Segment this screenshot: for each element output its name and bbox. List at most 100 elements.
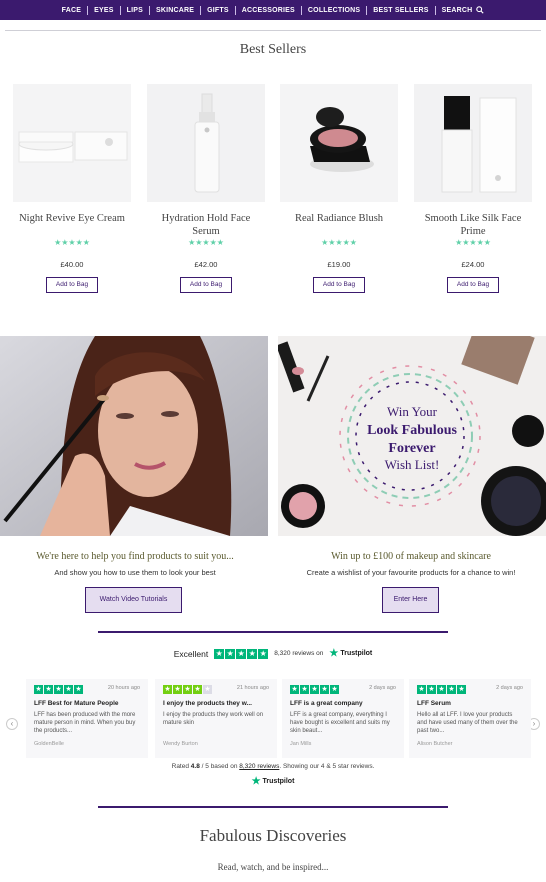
review-body: LFF has been produced with the more matu… [34, 712, 136, 734]
star-icon: ★ [330, 685, 339, 694]
product-rating: ★★★★★ [455, 238, 491, 247]
add-to-bag-button[interactable]: Add to Bag [313, 277, 365, 293]
top-nav: FACE EYES LIPS SKINCARE GIFTS ACCESSORIE… [0, 0, 546, 20]
enter-here-button[interactable]: Enter Here [382, 587, 439, 613]
star-icon: ★ [457, 685, 466, 694]
review-title: LFF is a great company [290, 700, 363, 707]
review-title: LFF Best for Mature People [34, 700, 119, 707]
divider [98, 806, 448, 808]
star-icon: ★ [44, 685, 53, 694]
star-icon: ★ [447, 685, 456, 694]
review-author: Alison Butcher [417, 741, 453, 747]
review-card[interactable]: ★ ★ ★ ★ ★ 2 days ago LFF Serum Hello all at … [409, 679, 531, 758]
product-price: £42.00 [194, 260, 218, 269]
star-icon: ★ [214, 648, 225, 659]
trustpilot-summary[interactable]: Excellent ★ ★ ★ ★ ★ 8,320 reviews on ★ Trustp… [0, 648, 546, 659]
add-to-bag-button[interactable]: Add to Bag [447, 277, 499, 293]
star-icon: ★ [74, 685, 83, 694]
add-to-bag-button[interactable]: Add to Bag [180, 277, 232, 293]
product-card: Real Radiance Blush ★★★★★ £19.00 Add to … [280, 84, 398, 293]
trustpilot-logo: ★ Trustpilot [329, 648, 372, 659]
star-icon: ★ [225, 648, 236, 659]
best-sellers-title: Best Sellers [239, 42, 307, 57]
nav-item-collections[interactable]: COLLECTIONS [302, 5, 368, 15]
wishlist-line-4: Wish List! [385, 457, 440, 472]
product-name[interactable]: Real Radiance Blush [280, 212, 398, 238]
review-time: 20 hours ago [107, 685, 140, 691]
star-icon: ★ [247, 648, 258, 659]
star-icon: ★ [203, 685, 212, 694]
star-icon: ★ [310, 685, 319, 694]
promo-title-tutorials: We're here to help you find products to … [36, 551, 234, 562]
nav-item-eyes[interactable]: EYES [88, 5, 121, 15]
top-divider [5, 30, 541, 31]
video-tutorials-image[interactable] [0, 336, 268, 536]
product-image-face-prime[interactable] [414, 84, 532, 202]
promo-subtitle-wishlist: Create a wishlist of your favourite prod… [306, 568, 516, 577]
product-price: £24.00 [461, 260, 485, 269]
divider [98, 631, 448, 633]
star-icon: ★ [163, 685, 172, 694]
nav-item-gifts[interactable]: GIFTS [201, 5, 236, 15]
product-name[interactable]: Hydration Hold Face Serum [147, 212, 265, 238]
review-card[interactable]: ★ ★ ★ ★ ★ 2 days ago LFF is a great company … [282, 679, 404, 758]
rated-count-link[interactable]: 8,320 reviews [239, 763, 279, 770]
product-price: £19.00 [327, 260, 351, 269]
star-icon: ★ [437, 685, 446, 694]
review-body: LFF is a great company, everything I hav… [290, 712, 390, 734]
star-icon: ★ [300, 685, 309, 694]
search-icon [476, 6, 484, 14]
trustpilot-brand-bottom: Trustpilot [262, 778, 295, 785]
star-icon: ★ [173, 685, 182, 694]
add-to-bag-button[interactable]: Add to Bag [46, 277, 98, 293]
promo-subtitle-tutorials: And show you how to use them to look you… [54, 568, 216, 577]
nav-item-lips[interactable]: LIPS [121, 5, 150, 15]
trustpilot-brand: Trustpilot [340, 650, 373, 657]
product-rating: ★★★★★ [188, 238, 224, 247]
product-name[interactable]: Night Revive Eye Cream [13, 212, 131, 238]
review-time: 2 days ago [369, 685, 396, 691]
nav-item-face[interactable]: FACE [56, 5, 89, 15]
trustpilot-star-icon: ★ [251, 776, 261, 787]
star-icon: ★ [290, 685, 299, 694]
review-card[interactable]: ★ ★ ★ ★ ★ 21 hours ago I enjoy the products … [155, 679, 277, 758]
trustpilot-bottom-logo[interactable]: ★ Trustpilot [0, 776, 546, 787]
product-rating: ★★★★★ [321, 238, 357, 247]
nav-item-accessories[interactable]: ACCESSORIES [236, 5, 302, 15]
product-name[interactable]: Smooth Like Silk Face Prime [414, 212, 532, 238]
trustpilot-review-count: 8,320 reviews on [274, 650, 324, 657]
nav-item-skincare[interactable]: SKINCARE [150, 5, 202, 15]
star-icon: ★ [427, 685, 436, 694]
star-icon: ★ [64, 685, 73, 694]
review-card[interactable]: ★ ★ ★ ★ ★ 20 hours ago LFF Best for Mature P… [26, 679, 148, 758]
product-card: Night Revive Eye Cream ★★★★★ £40.00 Add … [13, 84, 131, 293]
product-card: Smooth Like Silk Face Prime ★★★★★ £24.00… [414, 84, 532, 293]
star-icon: ★ [34, 685, 43, 694]
wishlist-line-1: Win Your [387, 404, 438, 419]
rated-score: 4.8 [190, 763, 200, 770]
promo-title-wishlist: Win up to £100 of makeup and skincare [331, 551, 491, 562]
review-author: Wendy Burton [163, 741, 198, 747]
product-image-blush[interactable] [280, 84, 398, 202]
trustpilot-stars: ★ ★ ★ ★ ★ [214, 648, 269, 659]
nav-search[interactable]: SEARCH [436, 6, 491, 15]
review-time: 21 hours ago [236, 685, 269, 691]
fabulous-discoveries-subtitle: Read, watch, and be inspired... [217, 862, 329, 872]
reviews-prev-button[interactable]: ‹ [6, 718, 18, 730]
fabulous-discoveries-title: Fabulous Discoveries [199, 826, 347, 845]
star-icon: ★ [183, 685, 192, 694]
review-body: Hello all at LFF. I love your products a… [417, 712, 518, 734]
product-image-face-serum[interactable] [147, 84, 265, 202]
product-image-eye-cream[interactable] [13, 84, 131, 202]
review-body: I enjoy the products they work well on m… [163, 712, 264, 726]
review-title: LFF Serum [417, 700, 451, 707]
nav-item-best-sellers[interactable]: BEST SELLERS [367, 5, 436, 15]
star-icon: ★ [258, 648, 269, 659]
product-card: Hydration Hold Face Serum ★★★★★ £42.00 A… [147, 84, 265, 293]
wishlist-competition-image[interactable]: Win Your Look Fabulous Forever Wish List… [278, 336, 546, 536]
trustpilot-rating-word: Excellent [173, 648, 209, 659]
star-icon: ★ [320, 685, 329, 694]
watch-video-tutorials-button[interactable]: Watch Video Tutorials [85, 587, 182, 613]
wishlist-line-3: Forever [388, 441, 435, 456]
rated-suffix: . Showing our 4 & 5 star reviews. [279, 763, 375, 770]
